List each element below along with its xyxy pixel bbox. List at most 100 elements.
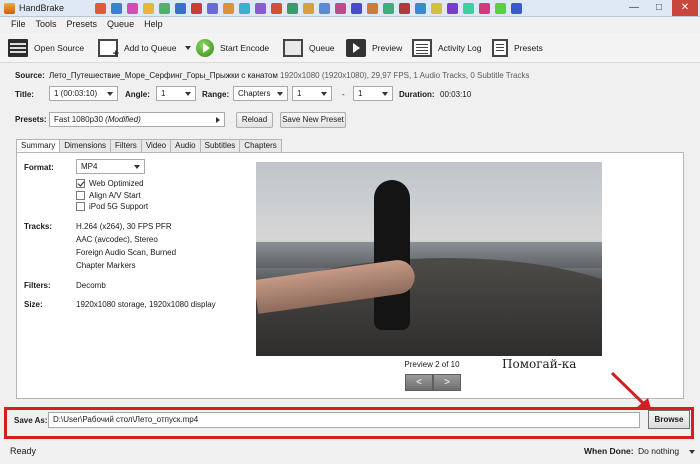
menu-help[interactable]: Help <box>139 17 168 32</box>
taskbar-app-icon[interactable] <box>111 3 122 14</box>
taskbar-app-icon[interactable] <box>367 3 378 14</box>
preview-next-button[interactable]: > <box>433 374 461 391</box>
chevron-down-icon[interactable] <box>185 46 192 50</box>
menu-presets[interactable]: Presets <box>62 17 103 32</box>
preset-name: Fast 1080p30 <box>54 115 103 124</box>
taskbar-app-icon[interactable] <box>223 3 234 14</box>
open-source-label: Open Source <box>34 43 85 53</box>
web-optimized-label: Web Optimized <box>89 179 144 188</box>
angle-select[interactable]: 1 <box>156 86 196 101</box>
when-done-label: When Done: <box>584 446 634 456</box>
presets-button[interactable]: Presets <box>492 37 543 59</box>
ipod-support-label: iPod 5G Support <box>89 202 149 211</box>
preset-select[interactable]: Fast 1080p30 (Modified) <box>49 112 225 127</box>
tab-audio[interactable]: Audio <box>170 139 201 152</box>
taskbar-app-icon[interactable] <box>479 3 490 14</box>
save-new-preset-button[interactable]: Save New Preset <box>280 112 346 128</box>
track-subtitle: Foreign Audio Scan, Burned <box>76 248 177 257</box>
title-select[interactable]: 1 (00:03:10) <box>49 86 118 101</box>
taskbar-app-icon[interactable] <box>399 3 410 14</box>
activity-log-button[interactable]: Activity Log <box>412 37 481 59</box>
taskbar-app-icon[interactable] <box>383 3 394 14</box>
angle-label: Angle: <box>125 90 150 99</box>
taskbar-icon-strip <box>95 3 522 14</box>
range-end-select[interactable]: 1 <box>353 86 393 101</box>
when-done-chevron-icon[interactable] <box>689 450 695 454</box>
menu-tools[interactable]: Tools <box>31 17 62 32</box>
window-title: HandBrake <box>19 3 65 13</box>
ipod-support-checkbox[interactable] <box>76 202 85 211</box>
taskbar-app-icon[interactable] <box>495 3 506 14</box>
arrow-shaft <box>610 371 648 408</box>
minimize-button[interactable]: — <box>622 0 646 16</box>
close-button[interactable]: ✕ <box>672 0 698 16</box>
taskbar-app-icon[interactable] <box>431 3 442 14</box>
add-to-queue-label: Add to Queue <box>124 43 177 53</box>
taskbar-app-icon[interactable] <box>255 3 266 14</box>
maximize-button[interactable]: □ <box>647 0 671 16</box>
taskbar-app-icon[interactable] <box>415 3 426 14</box>
tab-filters[interactable]: Filters <box>110 139 142 152</box>
menu-file[interactable]: File <box>6 17 31 32</box>
taskbar-app-icon[interactable] <box>463 3 474 14</box>
range-label: Range: <box>202 90 230 99</box>
open-source-button[interactable]: Open Source <box>8 37 84 59</box>
activity-log-label: Activity Log <box>438 43 482 53</box>
size-label: Size: <box>24 300 43 309</box>
preview-prev-button[interactable]: < <box>405 374 433 391</box>
tab-dimensions[interactable]: Dimensions <box>59 139 112 152</box>
handbrake-app-icon <box>4 3 15 14</box>
taskbar-app-icon[interactable] <box>207 3 218 14</box>
taskbar-app-icon[interactable] <box>335 3 346 14</box>
range-separator: - <box>342 90 345 99</box>
browse-button[interactable]: Browse <box>648 410 690 429</box>
menu-bar: File Tools Presets Queue Help <box>0 17 700 32</box>
when-done-select[interactable]: Do nothing <box>638 446 679 456</box>
taskbar-app-icon[interactable] <box>303 3 314 14</box>
taskbar-app-icon[interactable] <box>239 3 250 14</box>
add-to-queue-button[interactable]: Add to Queue <box>98 37 192 60</box>
web-optimized-checkbox[interactable] <box>76 179 85 188</box>
tab-subtitles[interactable]: Subtitles <box>199 139 241 152</box>
presets-icon <box>492 39 508 57</box>
watermark-text: Помогай-ка <box>502 357 577 371</box>
source-label: Source: <box>15 71 45 80</box>
taskbar-app-icon[interactable] <box>191 3 202 14</box>
queue-button[interactable]: Queue <box>283 37 335 59</box>
taskbar-app-icon[interactable] <box>143 3 154 14</box>
duration-label: Duration: <box>399 90 435 99</box>
filters-value: Decomb <box>76 281 106 290</box>
taskbar-app-icon[interactable] <box>511 3 522 14</box>
taskbar-app-icon[interactable] <box>175 3 186 14</box>
tab-video[interactable]: Video <box>140 139 172 152</box>
save-as-label: Save As: <box>14 416 48 425</box>
play-icon <box>196 39 214 57</box>
title-bar: HandBrake — □ ✕ <box>0 0 700 17</box>
align-av-checkbox[interactable] <box>76 191 85 200</box>
format-label: Format: <box>24 163 54 172</box>
taskbar-app-icon[interactable] <box>287 3 298 14</box>
save-as-path-input[interactable]: D:\User\Рабочий стол\Лето_отпуск.mp4 <box>48 412 640 428</box>
tab-chapters[interactable]: Chapters <box>239 139 282 152</box>
status-text: Ready <box>10 446 37 456</box>
taskbar-app-icon[interactable] <box>271 3 282 14</box>
taskbar-app-icon[interactable] <box>159 3 170 14</box>
presets-row-label: Presets: <box>15 115 47 124</box>
start-encode-button[interactable]: Start Encode <box>196 37 269 59</box>
menu-queue[interactable]: Queue <box>102 17 139 32</box>
tab-summary[interactable]: Summary <box>16 139 61 153</box>
range-start-select[interactable]: 1 <box>292 86 332 101</box>
tab-strip: Summary Dimensions Filters Video Audio S… <box>16 139 282 153</box>
start-encode-label: Start Encode <box>220 43 270 53</box>
taskbar-app-icon[interactable] <box>95 3 106 14</box>
preview-label: Preview <box>372 43 403 53</box>
format-select[interactable]: MP4 <box>76 159 145 174</box>
taskbar-app-icon[interactable] <box>447 3 458 14</box>
taskbar-app-icon[interactable] <box>319 3 330 14</box>
taskbar-app-icon[interactable] <box>127 3 138 14</box>
taskbar-app-icon[interactable] <box>351 3 362 14</box>
duration-value: 00:03:10 <box>440 90 472 99</box>
range-type-select[interactable]: Chapters <box>233 86 288 101</box>
preview-button[interactable]: Preview <box>346 37 402 59</box>
reload-button[interactable]: Reload <box>236 112 273 128</box>
